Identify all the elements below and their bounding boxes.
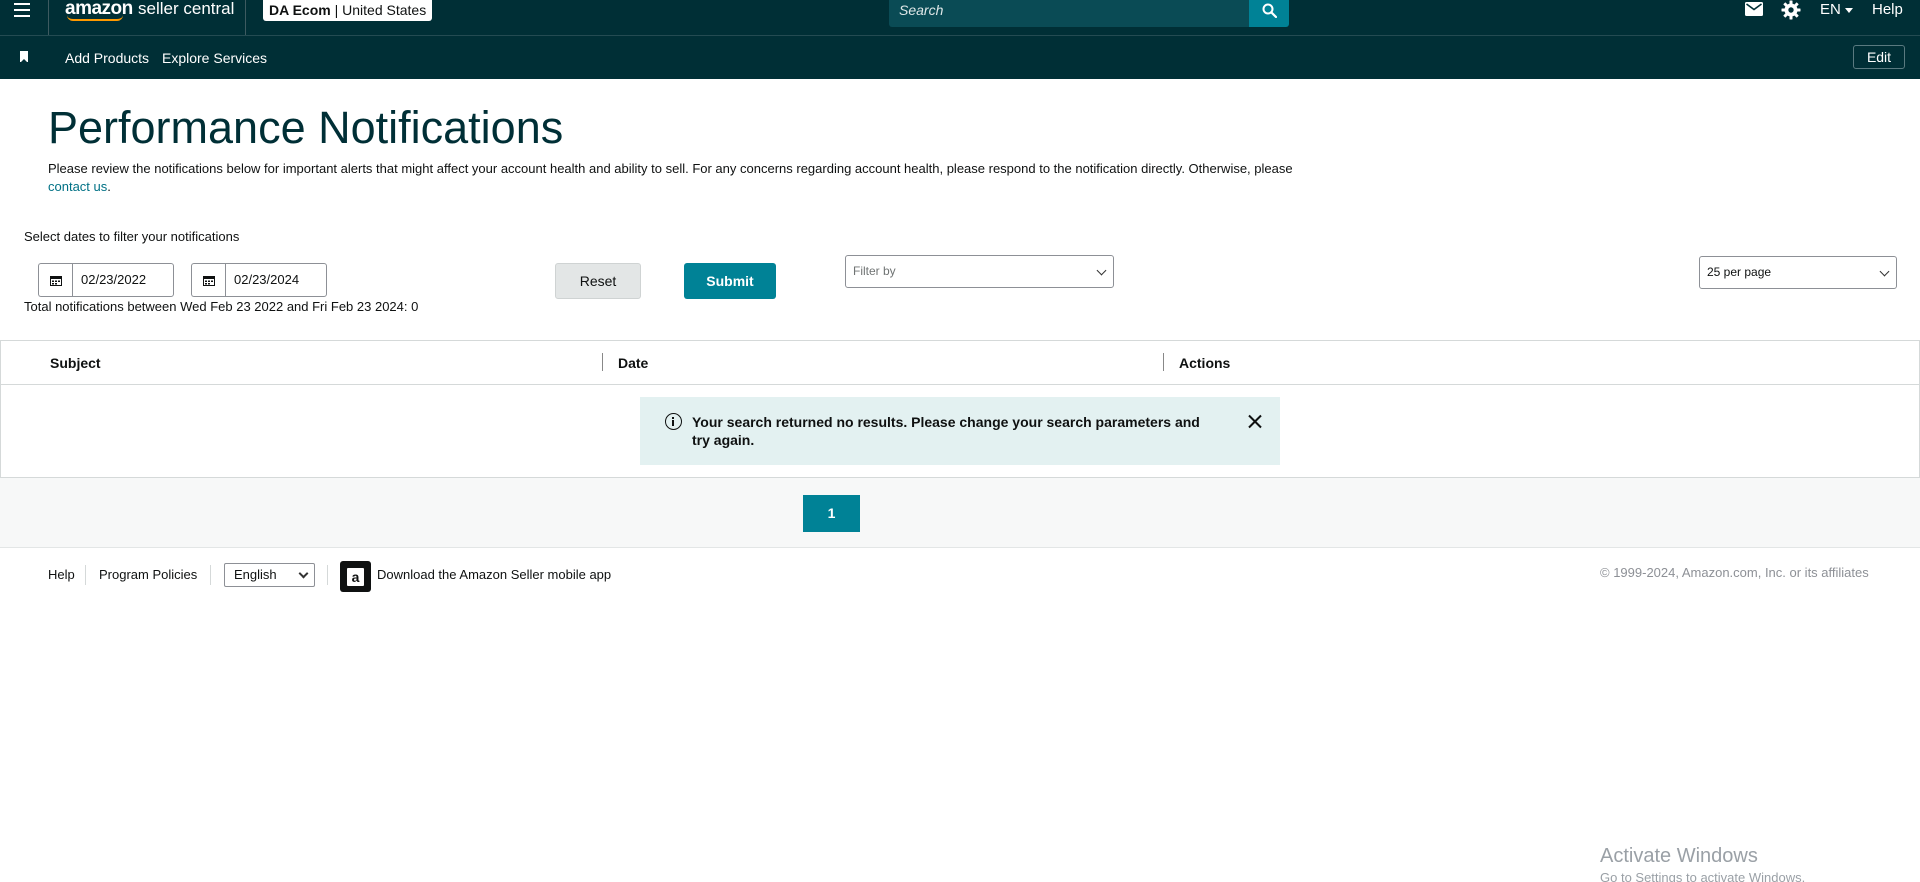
footer-help-link[interactable]: Help (48, 567, 75, 583)
download-app-link[interactable]: Download the Amazon Seller mobile app (377, 567, 611, 583)
description-end: . (107, 179, 111, 194)
footer-divider (85, 565, 86, 585)
logo-product: seller central (138, 0, 235, 18)
end-date-picker[interactable]: 02/23/2024 (191, 263, 327, 297)
top-header: amazon seller central DA Ecom | United S… (0, 0, 1920, 35)
close-icon[interactable] (1247, 414, 1262, 429)
account-separator: | (334, 2, 339, 18)
search-input[interactable]: Search (889, 0, 1249, 27)
amazon-app-icon[interactable]: a (340, 561, 371, 592)
date-filter-label: Select dates to filter your notification… (24, 229, 240, 244)
hamburger-menu-icon[interactable] (14, 0, 36, 20)
page-title: Performance Notifications (48, 102, 564, 153)
description-text: Please review the notifications below fo… (48, 161, 1293, 176)
footer-divider (210, 565, 211, 585)
footer-program-policies-link[interactable]: Program Policies (99, 567, 197, 583)
activate-windows-title: Activate Windows (1600, 845, 1758, 867)
info-icon (665, 413, 682, 430)
account-switcher[interactable]: DA Ecom | United States (263, 0, 433, 21)
per-page-value: 25 per page (1707, 265, 1772, 279)
filter-by-placeholder: Filter by (853, 264, 896, 278)
language-label: EN (1820, 1, 1841, 18)
per-page-select[interactable]: 25 per page (1699, 256, 1897, 289)
calendar-icon[interactable] (191, 263, 225, 297)
nav-explore-services[interactable]: Explore Services (162, 50, 267, 66)
copyright-text: © 1999-2024, Amazon.com, Inc. or its aff… (1600, 565, 1869, 580)
header-divider (245, 0, 246, 35)
header-divider (48, 0, 49, 35)
mail-icon[interactable] (1745, 2, 1763, 16)
page-1-button[interactable]: 1 (803, 495, 860, 532)
chevron-down-icon (1879, 266, 1890, 277)
start-date-input[interactable]: 02/23/2022 (72, 263, 174, 297)
account-name: DA Ecom (269, 2, 331, 18)
footer-divider (327, 565, 328, 585)
calendar-icon[interactable] (38, 263, 72, 297)
edit-nav-button[interactable]: Edit (1853, 45, 1905, 69)
chevron-down-icon (298, 568, 309, 579)
page-description: Please review the notifications below fo… (48, 160, 1338, 196)
language-selector[interactable]: EN (1820, 0, 1853, 20)
activate-windows-subtitle: Go to Settings to activate Windows. (1600, 870, 1806, 882)
search-button[interactable] (1249, 0, 1289, 27)
caret-down-icon (1844, 7, 1853, 13)
table-header: Subject Date Actions (1, 341, 1919, 385)
logo-smile (67, 15, 123, 21)
seller-central-logo[interactable]: amazon seller central (65, 0, 235, 21)
search-icon (1262, 3, 1277, 18)
column-resizer[interactable] (602, 353, 603, 371)
pagination-bar: 1 (0, 478, 1920, 548)
chevron-down-icon (1096, 265, 1107, 276)
footer-language-select[interactable]: English (224, 563, 315, 587)
end-date-input[interactable]: 02/23/2024 (225, 263, 327, 297)
start-date-picker[interactable]: 02/23/2022 (38, 263, 174, 297)
secondary-nav: Add Products Explore Services Edit (0, 35, 1920, 79)
column-actions[interactable]: Actions (1179, 355, 1230, 371)
submit-button[interactable]: Submit (684, 263, 776, 299)
reset-button[interactable]: Reset (555, 263, 641, 299)
nav-add-products[interactable]: Add Products (65, 50, 149, 66)
gear-icon[interactable] (1781, 0, 1801, 20)
no-results-alert: Your search returned no results. Please … (640, 397, 1280, 465)
column-subject[interactable]: Subject (50, 355, 101, 371)
contact-us-link[interactable]: contact us (48, 179, 107, 194)
account-region: United States (342, 2, 427, 18)
bookmark-icon[interactable] (20, 51, 28, 63)
footer-language-value: English (234, 567, 277, 582)
total-notifications-text: Total notifications between Wed Feb 23 2… (24, 299, 419, 314)
no-results-message: Your search returned no results. Please … (692, 414, 1200, 448)
help-link[interactable]: Help (1872, 0, 1903, 20)
column-resizer[interactable] (1163, 353, 1164, 371)
column-date[interactable]: Date (618, 355, 648, 371)
filter-by-select[interactable]: Filter by (845, 255, 1114, 288)
